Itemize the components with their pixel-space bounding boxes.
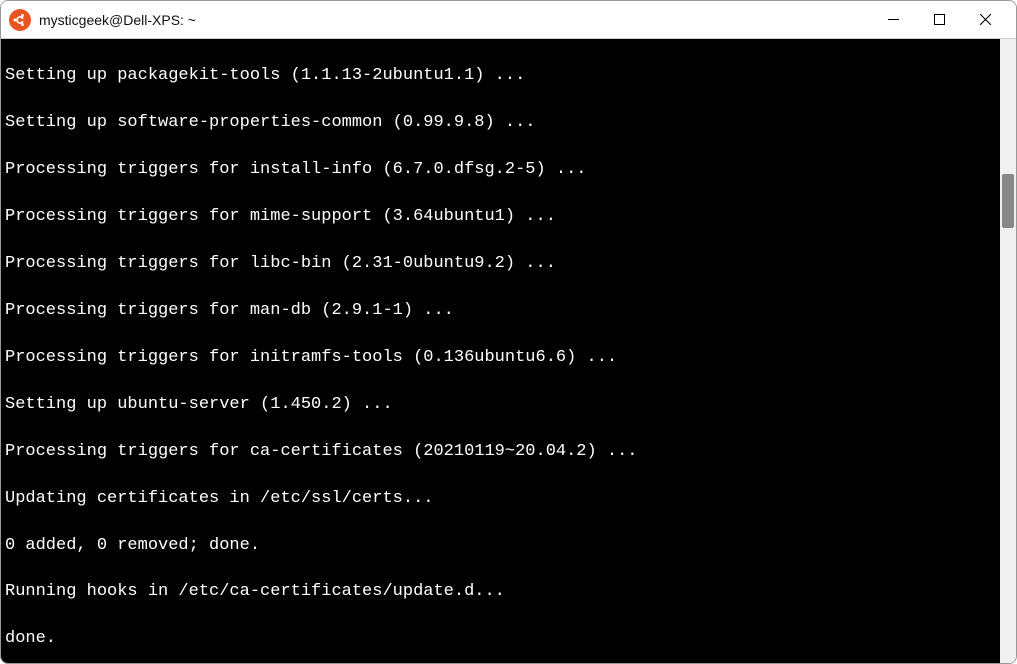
- output-line: Setting up software-properties-common (0…: [5, 111, 996, 134]
- window-controls: [870, 5, 1008, 35]
- output-line: Updating certificates in /etc/ssl/certs.…: [5, 487, 996, 510]
- output-line: Processing triggers for libc-bin (2.31-0…: [5, 252, 996, 275]
- output-line: Processing triggers for install-info (6.…: [5, 158, 996, 181]
- window-title: mysticgeek@Dell-XPS: ~: [39, 12, 870, 28]
- close-button[interactable]: [962, 5, 1008, 35]
- terminal-output[interactable]: Setting up packagekit-tools (1.1.13-2ubu…: [1, 39, 1000, 663]
- minimize-button[interactable]: [870, 5, 916, 35]
- output-line: Processing triggers for initramfs-tools …: [5, 346, 996, 369]
- terminal-container: Setting up packagekit-tools (1.1.13-2ubu…: [1, 39, 1016, 663]
- output-line: Setting up ubuntu-server (1.450.2) ...: [5, 393, 996, 416]
- output-line: Setting up packagekit-tools (1.1.13-2ubu…: [5, 64, 996, 87]
- output-line: 0 added, 0 removed; done.: [5, 534, 996, 557]
- output-line: Processing triggers for mime-support (3.…: [5, 205, 996, 228]
- maximize-button[interactable]: [916, 5, 962, 35]
- ubuntu-logo-icon: [9, 9, 31, 31]
- scrollbar-track[interactable]: [1000, 39, 1016, 663]
- scrollbar-thumb[interactable]: [1002, 174, 1014, 228]
- output-line: done.: [5, 627, 996, 650]
- terminal-window: mysticgeek@Dell-XPS: ~ Setting up packag…: [0, 0, 1017, 664]
- output-line: Processing triggers for man-db (2.9.1-1)…: [5, 299, 996, 322]
- output-line: Running hooks in /etc/ca-certificates/up…: [5, 580, 996, 603]
- output-line: Processing triggers for ca-certificates …: [5, 440, 996, 463]
- titlebar[interactable]: mysticgeek@Dell-XPS: ~: [1, 1, 1016, 39]
